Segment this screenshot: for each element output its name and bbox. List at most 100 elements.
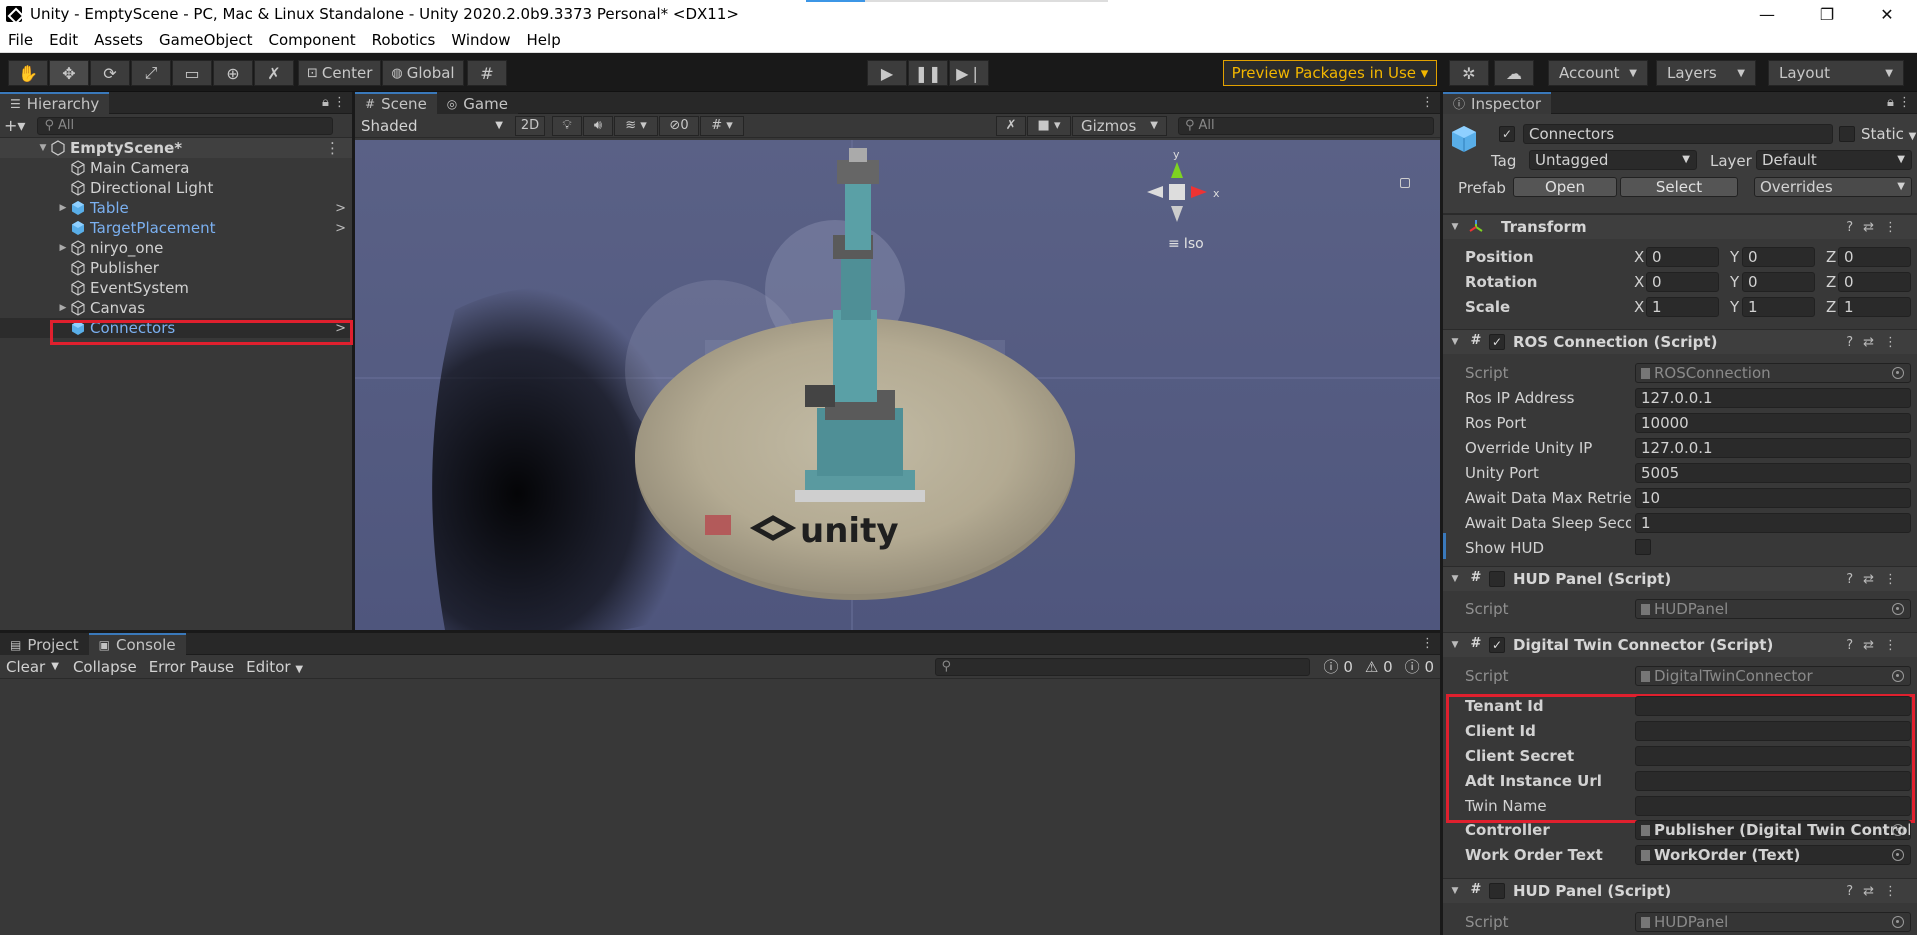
- position-x-axis-label[interactable]: X: [1634, 248, 1644, 266]
- ros-enabled-checkbox[interactable]: ✓: [1489, 334, 1505, 350]
- object-picker-icon[interactable]: [1892, 849, 1904, 861]
- position-z-axis-label[interactable]: Z: [1826, 248, 1836, 266]
- scale-y-field[interactable]: 1: [1742, 297, 1815, 317]
- hud-enabled-checkbox[interactable]: [1489, 571, 1505, 587]
- scale-x-field[interactable]: 1: [1646, 297, 1719, 317]
- ros-field-input[interactable]: 127.0.0.1: [1635, 388, 1911, 408]
- static-checkbox[interactable]: [1839, 126, 1855, 142]
- menu-file[interactable]: File: [0, 31, 41, 49]
- scene-menu-icon[interactable]: ⋮: [325, 139, 340, 157]
- collapse-arrow-icon[interactable]: ▼: [1447, 574, 1463, 584]
- menu-assets[interactable]: Assets: [86, 31, 151, 49]
- error-pause-button[interactable]: Error Pause: [143, 658, 240, 676]
- hierarchy-item[interactable]: Main Camera: [0, 158, 352, 178]
- layer-dropdown[interactable]: Default ▼: [1756, 150, 1912, 170]
- position-y-axis-label[interactable]: Y: [1730, 248, 1739, 266]
- tab-hierarchy[interactable]: ☰ Hierarchy: [0, 91, 110, 114]
- console-search-input[interactable]: ⚲: [934, 657, 1310, 676]
- transform-tool-icon[interactable]: ⊕: [213, 60, 253, 86]
- menu-component[interactable]: Component: [261, 31, 364, 49]
- ros-field-input[interactable]: 10000: [1635, 413, 1911, 433]
- camera-icon[interactable]: ■ ▾: [1027, 115, 1072, 136]
- effects-icon[interactable]: ≋ ▾: [614, 115, 658, 136]
- prefab-open-chevron-icon[interactable]: >: [335, 221, 346, 236]
- object-picker-icon[interactable]: [1892, 916, 1904, 928]
- lock-icon[interactable]: [1400, 178, 1410, 188]
- ros-field-input[interactable]: 1: [1635, 513, 1911, 533]
- hud-panel-2-header[interactable]: ▼ # HUD Panel (Script) ?⇄⋮: [1443, 878, 1917, 903]
- rotation-z-axis-label[interactable]: Z: [1826, 273, 1836, 291]
- tab-game[interactable]: ◎ Game: [436, 91, 518, 114]
- rotation-y-field[interactable]: 0: [1742, 272, 1815, 292]
- hierarchy-search-input[interactable]: ⚲ All: [37, 116, 334, 135]
- rotate-tool-icon[interactable]: ⟳: [90, 60, 130, 86]
- hud-panel-header[interactable]: ▼ # HUD Panel (Script) ?⇄⋮: [1443, 566, 1917, 591]
- hidden-objects-icon[interactable]: ⊘ 0: [659, 115, 699, 136]
- scene-menu-icon[interactable]: ⋮: [1421, 95, 1434, 110]
- static-label[interactable]: Static ▼: [1861, 125, 1916, 143]
- lighting-icon[interactable]: 💡︎: [552, 115, 582, 136]
- hierarchy-item[interactable]: TargetPlacement >: [0, 218, 352, 238]
- position-x-field[interactable]: 0: [1646, 247, 1719, 267]
- pause-button[interactable]: ❚❚: [908, 60, 948, 86]
- clear-button[interactable]: Clear: [0, 658, 51, 676]
- component-help-icons[interactable]: ?⇄⋮: [1846, 220, 1907, 235]
- prefab-open-chevron-icon[interactable]: >: [335, 321, 346, 336]
- hud2-script-field[interactable]: HUDPanel: [1635, 912, 1911, 932]
- log-filter-button[interactable]: ⓘ 0: [1318, 656, 1359, 677]
- tab-console[interactable]: ▣ Console: [88, 632, 186, 655]
- dtc-field-input[interactable]: [1635, 796, 1911, 816]
- lock-icon[interactable]: 🔒︎ ⋮: [322, 95, 346, 110]
- scene-viewport[interactable]: unity x y ≡ Iso: [355, 140, 1440, 630]
- dtc-field-input[interactable]: [1635, 746, 1911, 766]
- show-hud-checkbox[interactable]: [1635, 539, 1651, 555]
- menu-edit[interactable]: Edit: [41, 31, 86, 49]
- close-button[interactable]: ✕: [1857, 0, 1917, 28]
- component-help-icons[interactable]: ?⇄⋮: [1846, 884, 1907, 899]
- add-object-button[interactable]: +▾: [4, 116, 25, 135]
- 2d-toggle[interactable]: 2D: [515, 115, 545, 136]
- hud2-enabled-checkbox[interactable]: [1489, 883, 1505, 899]
- scene-search-input[interactable]: ⚲ All: [1178, 116, 1434, 135]
- ros-connection-header[interactable]: ▼ # ✓ ROS Connection (Script) ?⇄⋮: [1443, 329, 1917, 354]
- object-picker-icon[interactable]: [1892, 670, 1904, 682]
- ros-script-field[interactable]: ROSConnection: [1635, 363, 1911, 383]
- grid-icon[interactable]: # ▾: [700, 115, 744, 136]
- tab-inspector[interactable]: ⓘ Inspector: [1443, 91, 1551, 114]
- tag-dropdown[interactable]: Untagged ▼: [1529, 150, 1697, 170]
- hierarchy-item[interactable]: ▶ Table >: [0, 198, 352, 218]
- hierarchy-item[interactable]: ▶ Canvas: [0, 298, 352, 318]
- dtc-field-input[interactable]: [1635, 721, 1911, 741]
- console-log-area[interactable]: [0, 681, 1440, 935]
- layers-dropdown[interactable]: Layers ▼: [1656, 60, 1756, 86]
- scene-root-row[interactable]: ▼ EmptyScene* ⋮: [0, 138, 352, 158]
- console-menu-icon[interactable]: ⋮: [1421, 636, 1434, 651]
- hierarchy-item[interactable]: Publisher: [0, 258, 352, 278]
- step-button[interactable]: ▶❘: [949, 60, 989, 86]
- collapse-arrow-icon[interactable]: ▼: [1447, 640, 1463, 650]
- ros-field-input[interactable]: 5005: [1635, 463, 1911, 483]
- prefab-open-button[interactable]: Open: [1513, 177, 1617, 197]
- dtc-script-field[interactable]: DigitalTwinConnector: [1635, 666, 1911, 686]
- tools-icon[interactable]: ✗: [996, 115, 1027, 136]
- transform-header[interactable]: ▼ Transform ?⇄⋮: [1443, 214, 1917, 239]
- scale-x-axis-label[interactable]: X: [1634, 298, 1644, 316]
- object-picker-icon[interactable]: [1892, 824, 1904, 836]
- scale-z-field[interactable]: 1: [1838, 297, 1911, 317]
- object-picker-icon[interactable]: [1892, 367, 1904, 379]
- position-z-field[interactable]: 0: [1838, 247, 1911, 267]
- cloud-icon[interactable]: ☁: [1494, 60, 1534, 86]
- prefab-open-chevron-icon[interactable]: >: [335, 201, 346, 216]
- hand-tool-icon[interactable]: ✋: [8, 60, 48, 86]
- scale-y-axis-label[interactable]: Y: [1730, 298, 1739, 316]
- hud-script-field[interactable]: HUDPanel: [1635, 599, 1911, 619]
- menu-window[interactable]: Window: [443, 31, 518, 49]
- expand-arrow-icon[interactable]: ▶: [56, 203, 70, 213]
- audio-icon[interactable]: 🔊︎: [583, 115, 613, 136]
- collapse-arrow-icon[interactable]: ▼: [1447, 337, 1463, 347]
- ros-field-input[interactable]: 10: [1635, 488, 1911, 508]
- clear-options-dropdown[interactable]: ▼: [51, 661, 59, 672]
- prefab-overrides-dropdown[interactable]: Overrides ▼: [1754, 177, 1912, 197]
- lock-icon[interactable]: 🔒︎ ⋮: [1887, 95, 1911, 110]
- minimize-button[interactable]: —: [1737, 0, 1797, 28]
